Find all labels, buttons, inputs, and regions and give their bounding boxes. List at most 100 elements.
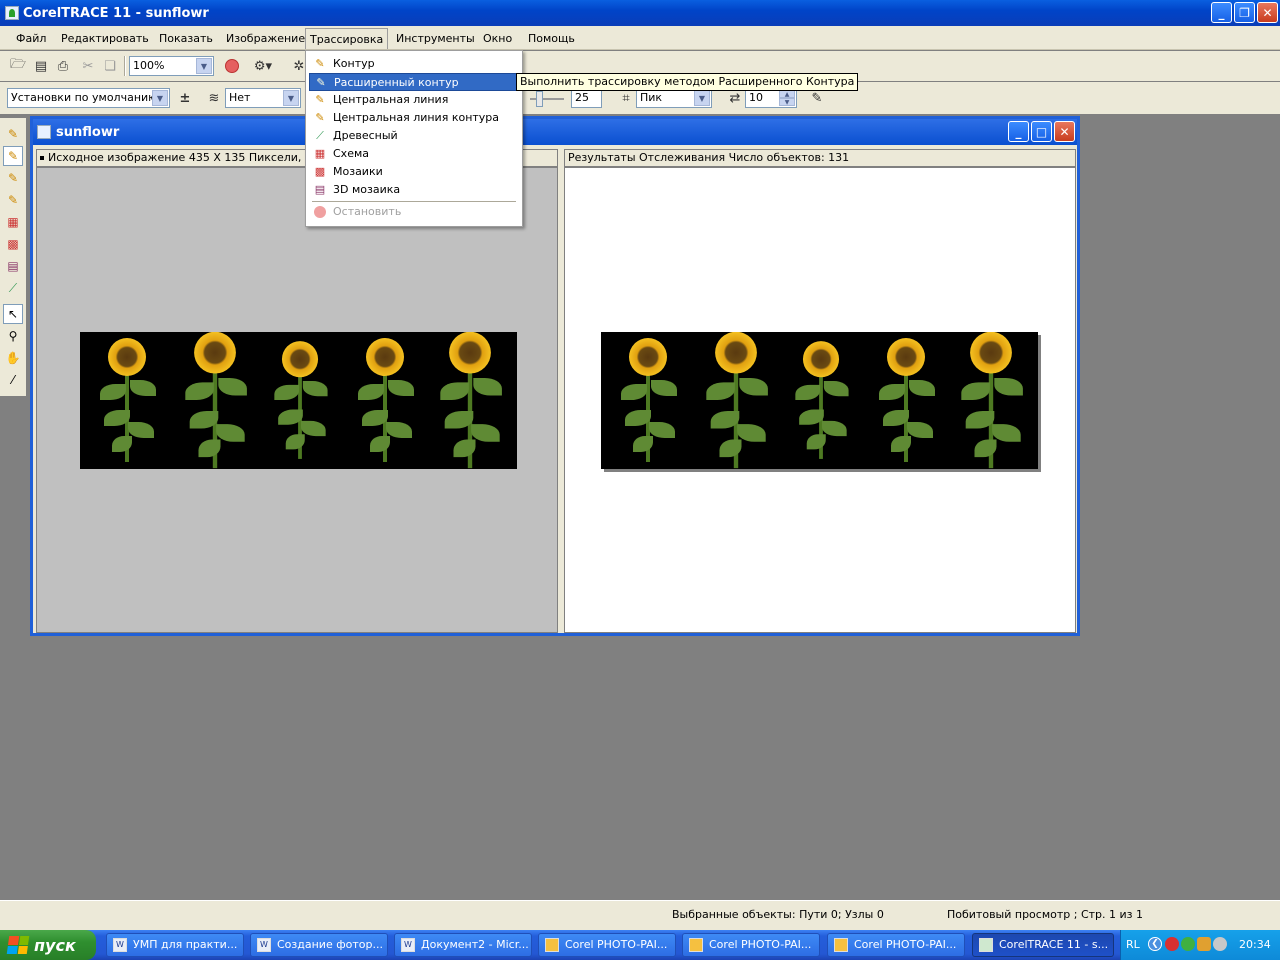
pan-tool-icon[interactable]: ✋	[3, 348, 23, 368]
menu-tools[interactable]: Инструменты	[392, 30, 479, 48]
menu-item-3d-mosaic[interactable]: ▤ 3D мозаика	[309, 181, 519, 199]
detail-slider-thumb[interactable]	[536, 91, 543, 107]
count-spinner[interactable]: 10 ▲ ▼	[745, 88, 797, 108]
doc-close-button[interactable]: ✕	[1054, 121, 1075, 142]
sunflower	[267, 335, 334, 465]
source-info: Исходное изображение 435 X 135 Пиксели, …	[48, 151, 337, 164]
menu-separator	[312, 201, 516, 202]
3d-mosaic-icon[interactable]: ▤	[3, 256, 23, 276]
detail-value-field[interactable]: 25	[571, 88, 602, 108]
record-icon[interactable]	[222, 56, 242, 76]
network-icon[interactable]	[1197, 937, 1211, 951]
stop-icon	[313, 205, 327, 219]
sunflower	[698, 332, 775, 469]
opera-icon[interactable]	[1165, 937, 1179, 951]
task-label: УМП для практи...	[133, 938, 238, 951]
selection-status: Выбранные объекты: Пути 0; Узлы 0	[672, 908, 884, 921]
word-doc-icon: W	[401, 938, 415, 952]
open-icon[interactable]: 🗁	[8, 56, 28, 76]
cut-icon[interactable]: ✂	[78, 56, 98, 76]
language-indicator[interactable]: RL	[1126, 938, 1140, 951]
menu-item-label: Схема	[333, 147, 369, 160]
sketch-icon[interactable]: ▦	[3, 212, 23, 232]
chevron-down-icon: ▼	[694, 90, 710, 106]
app-title-bar[interactable]: CorelTRACE 11 - sunflowr _ ❐ ✕	[0, 0, 1280, 26]
menu-view[interactable]: Показать	[155, 30, 217, 48]
centerline-icon: ✎	[315, 93, 325, 106]
preset-select[interactable]: Установки по умолчанию ▼	[7, 88, 170, 108]
taskbar-item[interactable]: Corel PHOTO-PAI...	[682, 933, 820, 957]
menu-item-label: Центральная линия контура	[333, 111, 500, 124]
advanced-outline-icon[interactable]: ✎	[3, 146, 23, 166]
smoothing-select[interactable]: Нет ▼	[225, 88, 301, 108]
trace-method-toolbar: ✎ ✎ ✎ ✎ ▦ ▩ ▤ ⟋ ↖ ⚲ ✋ ⁄	[0, 118, 26, 396]
spin-up-icon[interactable]: ▲	[779, 90, 795, 98]
print-icon[interactable]: ⎙	[53, 56, 73, 76]
taskbar-item-active[interactable]: CorelTRACE 11 - s...	[972, 933, 1114, 957]
start-button[interactable]: пуск	[0, 930, 96, 960]
result-pane-header: Результаты Отслеживания Число объектов: …	[564, 149, 1076, 167]
menu-image[interactable]: Изображение	[222, 30, 309, 48]
menu-window[interactable]: Окно	[479, 30, 516, 48]
outline-centerline-icon[interactable]: ✎	[3, 190, 23, 210]
restore-button[interactable]: ❐	[1234, 2, 1255, 23]
coreltrace-app-icon	[979, 938, 993, 952]
clock: 20:34	[1239, 938, 1271, 951]
shield-icon[interactable]	[1181, 937, 1195, 951]
centerline-icon[interactable]: ✎	[3, 168, 23, 188]
menu-item-advanced-outline[interactable]: ✎ Расширенный контур	[309, 73, 519, 91]
outline-trace-icon[interactable]: ✎	[3, 124, 23, 144]
doc-maximize-button[interactable]: □	[1031, 121, 1052, 142]
result-preview-pane[interactable]	[564, 167, 1076, 633]
arrow-left-icon[interactable]: ❮	[1148, 937, 1162, 951]
taskbar-item[interactable]: W Документ2 - Micr...	[394, 933, 532, 957]
trace-pen-icon[interactable]: ✎	[807, 88, 827, 108]
zoom-select[interactable]: 100% ▼	[129, 56, 214, 76]
menu-edit[interactable]: Редактировать	[57, 30, 153, 48]
menu-item-outline-centerline[interactable]: ✎ Центральная линия контура	[309, 109, 519, 127]
doc-minimize-button[interactable]: _	[1008, 121, 1029, 142]
menu-item-label: Контур	[333, 57, 375, 70]
task-label: Документ2 - Micr...	[421, 938, 529, 951]
smoothing-value: Нет	[229, 91, 251, 104]
pick-tool-icon[interactable]: ↖	[3, 304, 23, 324]
menu-item-sketch[interactable]: ▦ Схема	[309, 145, 519, 163]
mosaic-icon[interactable]: ▩	[3, 234, 23, 254]
menu-item-woodcut[interactable]: ⟋ Древесный	[309, 127, 519, 145]
count-icon: ⇄	[729, 90, 741, 106]
toolbar-separator	[124, 56, 126, 76]
minimize-button[interactable]: _	[1211, 2, 1232, 23]
document-title-bar[interactable]: sunflowr _ □ ✕	[33, 119, 1077, 145]
menu-item-mosaic[interactable]: ▩ Мозаики	[309, 163, 519, 181]
close-button[interactable]: ✕	[1257, 2, 1278, 23]
taskbar-item[interactable]: W УМП для практи...	[106, 933, 244, 957]
taskbar-item[interactable]: W Создание фотор...	[250, 933, 388, 957]
eyedropper-icon[interactable]: ⁄	[3, 370, 23, 390]
sunflower	[177, 332, 254, 469]
document-window[interactable]: sunflowr _ □ ✕ Исходное изображение 435 …	[30, 116, 1080, 636]
save-icon[interactable]: ▤	[31, 56, 51, 76]
word-doc-icon: W	[113, 938, 127, 952]
node-type-select[interactable]: Пик ▼	[636, 88, 712, 108]
menu-file[interactable]: Файл	[12, 30, 50, 48]
trace-dropdown-menu: ✎ Контур ✎ Расширенный контур ✎ Центральная…	[305, 50, 523, 227]
task-label: Corel PHOTO-PAI...	[854, 938, 957, 951]
trace-options-icon[interactable]: ⚙▾	[248, 56, 278, 76]
menu-item-centerline[interactable]: ✎ Центральная линия	[309, 91, 519, 109]
menu-item-outline[interactable]: ✎ Контур	[309, 55, 519, 73]
copy-icon[interactable]: ❏	[100, 56, 120, 76]
system-tray: RL ❮ 20:34	[1120, 930, 1280, 960]
menu-help[interactable]: Помощь	[524, 30, 579, 48]
taskbar-item[interactable]: Corel PHOTO-PAI...	[538, 933, 676, 957]
sunflower	[953, 332, 1030, 469]
woodcut-icon[interactable]: ⟋	[3, 278, 23, 298]
volume-icon[interactable]	[1213, 937, 1227, 951]
taskbar-item[interactable]: Corel PHOTO-PAI...	[827, 933, 965, 957]
menu-trace[interactable]: Трассировка	[305, 28, 389, 49]
menu-tooltip: Выполнить трассировку методом Расширенно…	[516, 73, 859, 91]
spin-down-icon[interactable]: ▼	[779, 98, 795, 106]
add-preset-icon[interactable]: ±	[175, 88, 195, 108]
zoom-tool-icon[interactable]: ⚲	[3, 326, 23, 346]
source-image-pane[interactable]	[36, 167, 558, 633]
sketch-icon: ▦	[314, 147, 326, 160]
